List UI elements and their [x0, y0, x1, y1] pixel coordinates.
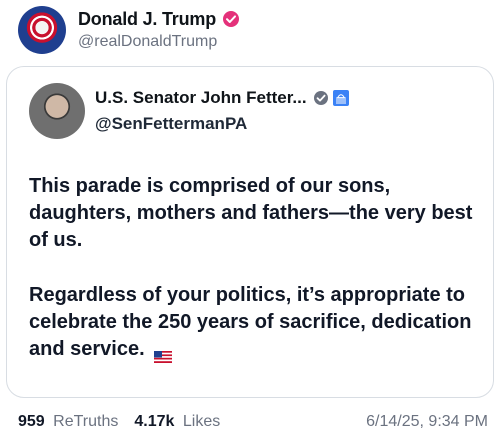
quote-author-name[interactable]: U.S. Senator John Fetter... — [95, 88, 307, 108]
us-flag-icon — [154, 344, 173, 363]
quote-author-handle[interactable]: @SenFettermanPA — [95, 114, 349, 134]
author-block: Donald J. Trump @realDonaldTrump — [78, 9, 240, 51]
likes-label: Likes — [182, 413, 221, 430]
quoted-post-card[interactable]: U.S. Senator John Fetter... @SenFetterma… — [6, 66, 494, 398]
quote-paragraph: This parade is comprised of our sons, da… — [29, 175, 473, 251]
verified-badge-icon — [313, 90, 329, 106]
author-avatar[interactable] — [18, 6, 66, 54]
retruths-count: 959 — [18, 413, 45, 430]
capitol-icon — [332, 90, 349, 107]
post-header: Donald J. Trump @realDonaldTrump — [18, 6, 240, 54]
author-row: Donald J. Trump — [78, 9, 240, 30]
quote-body: This parade is comprised of our sons, da… — [29, 173, 473, 391]
quote-author-avatar[interactable] — [29, 83, 85, 139]
quote-paragraph-text: Regardless of your politics, it’s approp… — [29, 284, 472, 360]
quote-author-row: U.S. Senator John Fetter... — [95, 88, 349, 108]
author-handle[interactable]: @realDonaldTrump — [78, 33, 240, 51]
quote-header: U.S. Senator John Fetter... @SenFetterma… — [29, 83, 349, 139]
author-name[interactable]: Donald J. Trump — [78, 9, 216, 30]
post-timestamp[interactable]: 6/14/25, 9:34 PM — [366, 413, 488, 431]
retruths-label: ReTruths — [53, 413, 119, 430]
retruths-stat[interactable]: 959 ReTruths — [18, 413, 118, 431]
post-footer: 959 ReTruths 4.17k Likes 6/14/25, 9:34 P… — [18, 413, 488, 431]
quote-paragraph: Regardless of your politics, it’s approp… — [29, 282, 473, 363]
verified-badge-icon — [222, 10, 240, 28]
quote-meta: U.S. Senator John Fetter... @SenFetterma… — [95, 88, 349, 133]
likes-count: 4.17k — [134, 413, 175, 430]
likes-stat[interactable]: 4.17k Likes — [134, 413, 220, 431]
